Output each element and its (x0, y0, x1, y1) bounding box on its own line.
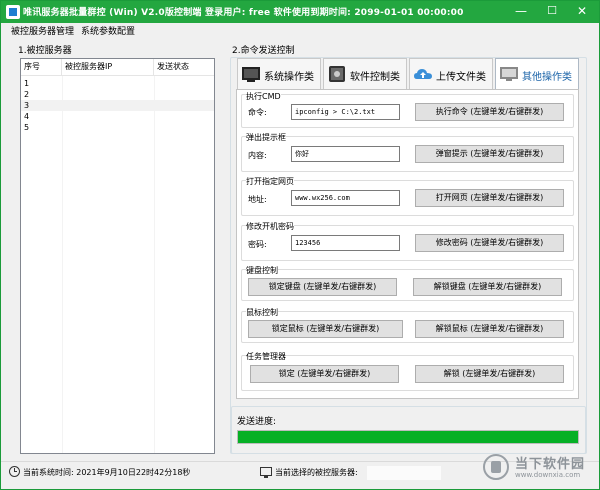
tab-software[interactable]: 软件控制类 (323, 58, 407, 90)
unlock-mouse-button[interactable]: 解锁鼠标 (左键单发/右键群发) (415, 320, 564, 338)
cmd-section-title: 执行CMD (246, 91, 281, 102)
progress-label: 发送进度: (237, 417, 277, 427)
right-panel-title: 2.命令发送控制 (232, 46, 295, 56)
unlock-taskmgr-button[interactable]: 解锁 (左键单发/右键群发) (415, 365, 564, 383)
execute-command-button[interactable]: 执行命令 (左键单发/右键群发) (415, 103, 564, 121)
menu-bar: 被控服务器管理 系统参数配置 (1, 23, 599, 38)
password-input[interactable]: 123456 (291, 235, 400, 251)
close-button[interactable]: ✕ (567, 1, 597, 23)
tab-upload[interactable]: 上传文件类 (409, 58, 493, 90)
watermark-text: 当下软件园 (515, 457, 586, 472)
progress-bar (237, 430, 579, 444)
popup-section-title: 弹出提示框 (246, 132, 286, 143)
column-header-index[interactable]: 序号 (21, 59, 62, 76)
tab-label: 系统操作类 (264, 72, 314, 83)
cmd-label: 命令: (248, 108, 267, 117)
menu-system-config[interactable]: 系统参数配置 (81, 24, 135, 37)
window-title: 唯讯服务器批量群控 (Win) V2.0版控制端 登录用户: free 软件使用… (23, 8, 464, 18)
clock-icon (9, 466, 20, 477)
app-window: 唯讯服务器批量群控 (Win) V2.0版控制端 登录用户: free 软件使用… (0, 0, 600, 490)
webpage-url-input[interactable]: www.wx256.com (291, 190, 400, 206)
keyboard-section-title: 键盘控制 (246, 265, 278, 276)
change-password-button[interactable]: 修改密码 (左键单发/右键群发) (415, 234, 564, 252)
selected-server-field (367, 466, 441, 480)
lock-taskmgr-button[interactable]: 锁定 (左键单发/右键群发) (250, 365, 399, 383)
tab-label: 上传文件类 (436, 72, 486, 83)
server-list[interactable]: 序号 被控服务器IP 发送状态 1 2 3 4 5 (20, 58, 215, 454)
system-time-text: 当前系统时间: 2021年9月10日22时42分18秒 (23, 468, 191, 477)
cloud-upload-icon (413, 65, 433, 83)
watermark-logo-icon (483, 454, 509, 480)
password-section-title: 修改开机密码 (246, 221, 294, 232)
mouse-section-title: 鼠标控制 (246, 307, 278, 318)
progress-fill (238, 431, 578, 443)
popup-button[interactable]: 弹窗提示 (左键单发/右键群发) (415, 145, 564, 163)
table-row[interactable]: 4 (21, 111, 214, 122)
tab-other[interactable]: 其他操作类 (495, 58, 579, 90)
table-row[interactable]: 1 (21, 78, 214, 89)
webpage-section-title: 打开指定网页 (246, 176, 294, 187)
monitor-icon (260, 467, 272, 478)
tab-label: 软件控制类 (350, 72, 400, 83)
left-panel-title: 1.被控服务器 (18, 46, 72, 56)
column-header-ip[interactable]: 被控服务器IP (62, 59, 154, 76)
unlock-keyboard-button[interactable]: 解锁键盘 (左键单发/右键群发) (413, 278, 562, 296)
tab-system[interactable]: 系统操作类 (237, 58, 321, 90)
table-row[interactable]: 3 (21, 100, 214, 111)
table-row[interactable]: 2 (21, 89, 214, 100)
minimize-button[interactable]: — (506, 1, 536, 23)
watermark: 当下软件园 www.downxia.com (483, 452, 593, 484)
popup-label: 内容: (248, 151, 267, 160)
terminal-icon (241, 65, 261, 83)
lock-keyboard-button[interactable]: 锁定键盘 (左键单发/右键群发) (248, 278, 397, 296)
maximize-button[interactable]: ☐ (537, 1, 567, 23)
monitor-icon (499, 65, 519, 83)
open-webpage-button[interactable]: 打开网页 (左键单发/右键群发) (415, 189, 564, 207)
column-header-status[interactable]: 发送状态 (154, 59, 214, 76)
cmd-input[interactable]: ipconfig > C:\2.txt (291, 104, 400, 120)
lock-mouse-button[interactable]: 锁定鼠标 (左键单发/右键群发) (248, 320, 403, 338)
webpage-label: 地址: (248, 195, 267, 204)
table-row[interactable]: 5 (21, 122, 214, 133)
taskmgr-section-title: 任务管理器 (246, 351, 286, 362)
tab-label: 其他操作类 (522, 72, 572, 83)
menu-server-management[interactable]: 被控服务器管理 (11, 24, 74, 37)
title-bar: 唯讯服务器批量群控 (Win) V2.0版控制端 登录用户: free 软件使用… (1, 1, 599, 23)
watermark-url: www.downxia.com (515, 471, 581, 479)
app-icon (327, 65, 347, 83)
popup-content-input[interactable]: 你好 (291, 146, 400, 162)
password-label: 密码: (248, 240, 267, 249)
selected-server-label: 当前选择的被控服务器: (275, 468, 358, 477)
app-icon (6, 5, 20, 19)
